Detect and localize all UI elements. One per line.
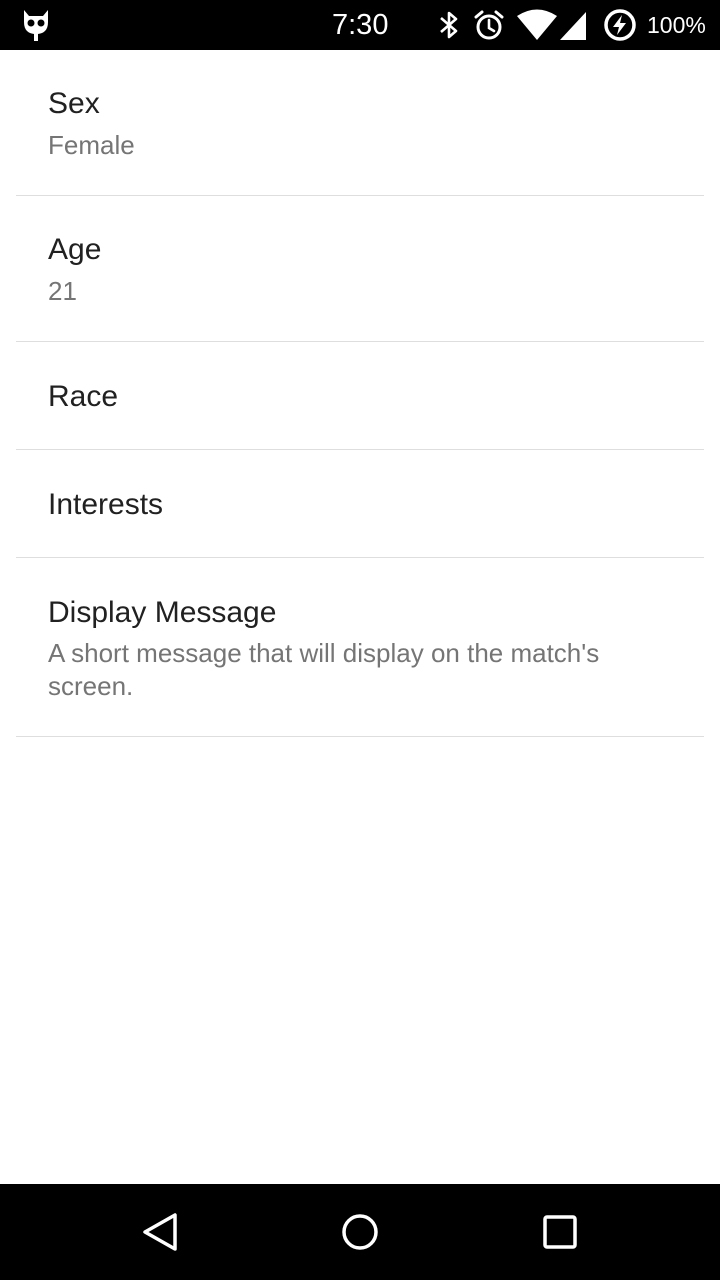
pref-title: Race bbox=[48, 380, 119, 413]
home-icon[interactable] bbox=[332, 1204, 388, 1260]
pref-title: Age bbox=[48, 233, 102, 266]
pref-item-display-message[interactable]: Display Message A short message that wil… bbox=[16, 558, 704, 737]
pref-item-interests[interactable]: Interests bbox=[16, 450, 704, 558]
pref-title: Sex bbox=[48, 87, 100, 120]
clock: 7:30 bbox=[332, 9, 389, 41]
back-icon[interactable] bbox=[132, 1204, 188, 1260]
alarm-icon bbox=[474, 10, 504, 40]
bluetooth-icon bbox=[440, 11, 458, 39]
pref-title: Display Message bbox=[48, 596, 277, 629]
pref-item-sex[interactable]: Sex Female bbox=[16, 50, 704, 196]
wifi-icon bbox=[517, 9, 557, 40]
navigation-bar bbox=[0, 1184, 720, 1280]
pref-title: Interests bbox=[48, 488, 164, 521]
screen: 7:30 100% Sex Female Age 21 Race Interes… bbox=[0, 0, 720, 1280]
cyanogen-app-icon bbox=[24, 10, 48, 41]
pref-item-age[interactable]: Age 21 bbox=[16, 196, 704, 342]
status-bar: 7:30 100% bbox=[0, 0, 720, 50]
preferences-list: Sex Female Age 21 Race Interests Display… bbox=[0, 50, 720, 737]
pref-summary: A short message that will display on the… bbox=[48, 638, 600, 701]
battery-percentage: 100% bbox=[647, 12, 706, 38]
pref-item-race[interactable]: Race bbox=[16, 342, 704, 450]
cell-signal-icon bbox=[560, 12, 586, 40]
recents-icon[interactable] bbox=[532, 1204, 588, 1260]
pref-summary: 21 bbox=[48, 276, 77, 306]
battery-charging-icon bbox=[604, 9, 636, 41]
pref-summary: Female bbox=[48, 130, 135, 160]
